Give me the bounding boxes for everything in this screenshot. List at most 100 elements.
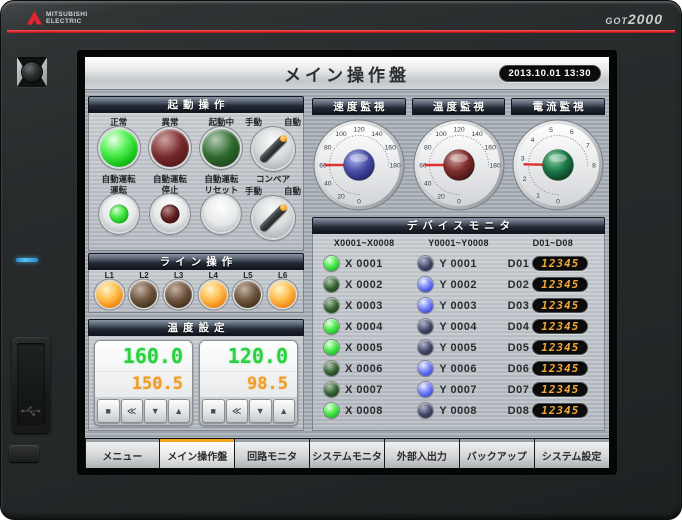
svg-text:4: 4	[531, 137, 535, 144]
device-lamp	[418, 340, 433, 355]
device-label: Y 0006	[439, 363, 477, 375]
selector-labels: 手動 自動	[245, 185, 301, 198]
set-value-display: 160.0	[95, 341, 192, 371]
svg-text:140: 140	[371, 131, 383, 138]
line-button-l2[interactable]	[130, 281, 157, 308]
temperature-setting-body: 160.0150.5■≪▼▲120.098.5■≪▼▲	[88, 336, 304, 431]
device-row: Y 0006	[411, 358, 505, 379]
pushbutton-label: 自動運転運転	[102, 174, 136, 196]
manual-label: 手動	[245, 185, 262, 198]
data-value-badge: 12345	[532, 319, 588, 334]
device-monitor-body: X0001~X0008 Y0001~Y0008 D01~D08 X 0001X …	[312, 234, 605, 431]
device-lamp	[324, 361, 339, 376]
pushbutton-cell: 自動運転リセット	[196, 174, 247, 238]
device-row: X 0007	[317, 379, 411, 400]
data-value-badge: 12345	[532, 340, 588, 355]
selector-labels: 手動 自動	[245, 116, 301, 129]
setter-button-row: ■≪▼▲	[200, 397, 297, 425]
line-button-l3[interactable]	[165, 281, 192, 308]
svg-text:0: 0	[457, 198, 461, 205]
device-row: D0512345	[506, 337, 600, 358]
line-button-cell: L6	[267, 271, 299, 312]
datetime-display: 2013.10.01 13:30	[499, 65, 601, 82]
stop-button[interactable]: ■	[97, 399, 120, 423]
tab-バックアップ[interactable]: バックアップ	[460, 439, 534, 468]
data-value-badge: 12345	[532, 403, 588, 418]
svg-text:3: 3	[521, 155, 525, 162]
device-label: X 0003	[345, 300, 383, 312]
device-label: D05	[508, 342, 530, 354]
push-button[interactable]	[101, 196, 137, 232]
start-row-1: 正常異常起動中 手動 自動	[93, 116, 299, 169]
data-value: 12345	[541, 383, 579, 396]
usb-port-cover	[12, 337, 50, 433]
device-monitor-grid: X 0001X 0002X 0003X 0004X 0005X 0006X 00…	[317, 253, 600, 421]
device-monitor-panel: デバイスモニタ X0001~X0008 Y0001~Y0008 D01~D08 …	[312, 217, 605, 431]
push-button[interactable]	[152, 196, 188, 232]
device-label: D01	[508, 258, 530, 270]
fast-step-button[interactable]: ≪	[121, 399, 144, 423]
manual-label: 手動	[245, 116, 262, 129]
tab-メニュー[interactable]: メニュー	[86, 439, 160, 468]
device-label: X 0005	[345, 342, 383, 354]
device-monitor-header: デバイスモニタ	[312, 217, 605, 234]
device-label: D02	[508, 279, 530, 291]
decrement-button[interactable]: ▼	[249, 399, 272, 423]
tab-システムモニタ[interactable]: システムモニタ	[310, 439, 384, 468]
line-button-l5[interactable]	[234, 281, 261, 308]
increment-button[interactable]: ▲	[273, 399, 296, 423]
touchscreen: メイン操作盤 2013.10.01 13:30 起動操作 正常異常起動中 手動 …	[85, 57, 609, 468]
stop-button[interactable]: ■	[202, 399, 225, 423]
device-row: D0212345	[506, 274, 600, 295]
device-lamp	[324, 277, 339, 292]
line-button-cell: L1	[93, 271, 125, 312]
svg-text:80: 80	[424, 144, 432, 151]
pushbutton-label: 自動運転停止	[153, 174, 187, 196]
lamp-label: 正常	[110, 116, 127, 129]
tab-メイン操作盤[interactable]: メイン操作盤	[160, 439, 234, 468]
device-label: Y 0005	[439, 342, 477, 354]
line-operation-panel: ライン操作 L1L2L3L4L5L6	[88, 253, 304, 313]
svg-text:1: 1	[536, 192, 540, 199]
current-value-display: 150.5	[95, 371, 192, 397]
tab-回路モニタ[interactable]: 回路モニタ	[235, 439, 309, 468]
line-operation-body: L1L2L3L4L5L6	[88, 270, 304, 313]
data-value: 12345	[541, 320, 579, 333]
increment-button[interactable]: ▲	[168, 399, 191, 423]
svg-text:2: 2	[523, 176, 527, 183]
selector-knob-2[interactable]	[253, 198, 293, 238]
setter-button-row: ■≪▼▲	[95, 397, 192, 425]
knob-position-dot	[280, 204, 287, 211]
conveyor-label: コンベア	[256, 174, 290, 185]
device-label: X 0007	[345, 384, 383, 396]
line-button-label: L5	[243, 271, 252, 281]
line-button-l4[interactable]	[200, 281, 227, 308]
line-button-l6[interactable]	[269, 281, 296, 308]
lamp-label: 異常	[161, 116, 178, 129]
device-row: X 0004	[317, 316, 411, 337]
decrement-button[interactable]: ▼	[144, 399, 167, 423]
line-button-label: L1	[105, 271, 114, 281]
tab-外部入出力[interactable]: 外部入出力	[385, 439, 459, 468]
device-row: D0312345	[506, 295, 600, 316]
device-row: X 0006	[317, 358, 411, 379]
line-button-cell: L5	[232, 271, 264, 312]
gauge-title: 温度監視	[412, 98, 506, 115]
got2000-device-bezel: MITSUBISHI ELECTRIC GOT2000	[0, 0, 682, 520]
device-row: Y 0008	[411, 400, 505, 421]
screen-title-bar: メイン操作盤 2013.10.01 13:30	[85, 57, 609, 90]
line-button-l1[interactable]	[96, 281, 123, 308]
device-lamp	[324, 256, 339, 271]
power-led	[16, 258, 38, 262]
push-button[interactable]	[203, 196, 239, 232]
page-title: メイン操作盤	[284, 61, 410, 86]
tab-システム設定[interactable]: システム設定	[535, 439, 609, 468]
brand-text: MITSUBISHI ELECTRIC	[46, 11, 88, 26]
svg-text:180: 180	[389, 162, 401, 169]
selector-knob-1[interactable]	[253, 129, 293, 169]
device-row: X 0002	[317, 274, 411, 295]
selector-manual-auto-1: 手動 自動	[247, 116, 299, 169]
fast-step-button[interactable]: ≪	[226, 399, 249, 423]
svg-text:7: 7	[586, 142, 590, 149]
device-row: Y 0001	[411, 253, 505, 274]
